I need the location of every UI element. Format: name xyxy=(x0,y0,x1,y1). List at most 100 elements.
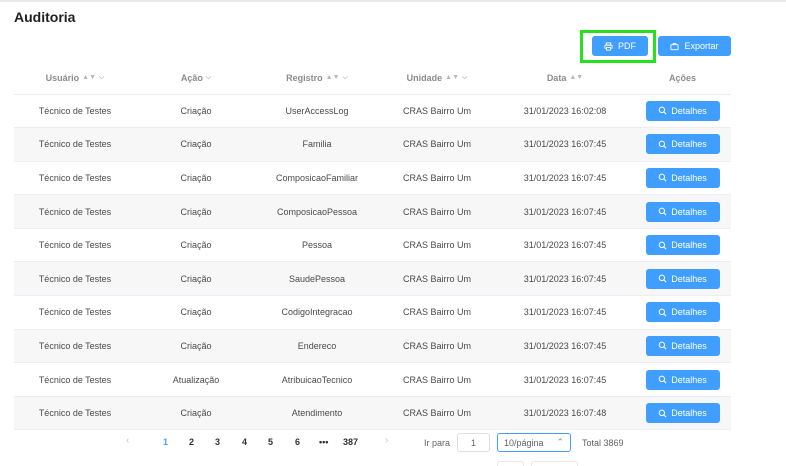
column-header-registro[interactable]: Registro ▲▼ ⌵ xyxy=(256,62,378,95)
usuario-cell: Técnico de Testes xyxy=(14,329,136,364)
table-row: Técnico de Testes Criação UserAccessLog CRA… xyxy=(14,94,731,129)
pagination: ‹ 1 2 3 4 5 6 ••• 387 › Ir para 10/págin… xyxy=(0,432,786,454)
sort-icon[interactable]: ▲▼ xyxy=(326,74,340,81)
column-header-unidade[interactable]: Unidade ▲▼ ⌵ xyxy=(378,62,496,95)
search-icon xyxy=(658,207,667,216)
export-button[interactable]: Exportar xyxy=(658,36,731,56)
printer-icon xyxy=(604,41,613,51)
filter-chevron-icon[interactable]: ⌵ xyxy=(206,74,211,81)
registro-cell: Pessoa xyxy=(256,228,378,263)
pdf-button[interactable]: PDF xyxy=(592,36,648,56)
search-icon xyxy=(658,409,667,418)
sort-icon[interactable]: ▲▼ xyxy=(445,74,459,81)
actions-cell: Detalhes xyxy=(634,127,731,162)
details-button[interactable]: Detalhes xyxy=(645,201,720,222)
registro-cell: Familia xyxy=(256,127,378,162)
acao-cell: Criação xyxy=(136,94,256,129)
details-button-label: Detalhes xyxy=(671,273,707,284)
actions-cell: Detalhes xyxy=(634,261,731,297)
page-2[interactable]: 2 xyxy=(189,437,194,447)
table-row: Técnico de Testes Criação CodigoIntegracao… xyxy=(14,295,731,330)
search-icon xyxy=(658,140,667,149)
audit-table: Usuário ▲▼ ⌵ Ação ⌵ Registro ▲▼ ⌵ Unidad… xyxy=(14,62,731,431)
table-row: Técnico de Testes Criação ComposicaoPessoa… xyxy=(14,194,731,229)
data-cell: 31/01/2023 16:07:45 xyxy=(496,362,634,397)
details-button[interactable]: Detalhes xyxy=(645,100,720,121)
details-button[interactable]: Detalhes xyxy=(645,235,720,256)
page-size-select[interactable]: 10/página ⌃ xyxy=(497,433,571,452)
filter-chevron-icon[interactable]: ⌵ xyxy=(99,74,104,81)
page-ellipsis[interactable]: ••• xyxy=(319,437,328,447)
registro-cell: SaudePessoa xyxy=(256,261,378,297)
top-divider xyxy=(0,0,786,2)
unidade-cell: CRAS Bairro Um xyxy=(378,261,496,297)
actions-cell: Detalhes xyxy=(634,362,731,397)
registro-cell: ComposicaoFamiliar xyxy=(256,161,378,196)
search-icon xyxy=(658,106,667,115)
data-cell: 31/01/2023 16:07:45 xyxy=(496,194,634,229)
unidade-cell: CRAS Bairro Um xyxy=(378,362,496,397)
usuario-cell: Técnico de Testes xyxy=(14,127,136,162)
page-6[interactable]: 6 xyxy=(295,437,300,447)
column-header-data[interactable]: Data ▲▼ xyxy=(496,62,634,95)
sort-icon[interactable]: ▲▼ xyxy=(82,74,96,81)
page-4[interactable]: 4 xyxy=(242,437,247,447)
details-button[interactable]: Detalhes xyxy=(645,167,720,188)
table-row: Técnico de Testes Criação Pessoa CRAS Bairr… xyxy=(14,228,731,263)
data-cell: 31/01/2023 16:07:45 xyxy=(496,161,634,196)
acao-cell: Criação xyxy=(136,396,256,431)
usuario-cell: Técnico de Testes xyxy=(14,194,136,229)
data-cell: 31/01/2023 16:07:45 xyxy=(496,329,634,364)
filter-chevron-icon[interactable]: ⌵ xyxy=(462,74,467,81)
search-icon xyxy=(658,342,667,350)
search-icon xyxy=(658,375,667,384)
table-row: Técnico de Testes Atualização AtribuicaoTe… xyxy=(14,362,731,397)
page-3[interactable]: 3 xyxy=(215,437,220,447)
sort-icon[interactable]: ▲▼ xyxy=(569,74,583,81)
page-5[interactable]: 5 xyxy=(268,437,273,447)
unidade-cell: CRAS Bairro Um xyxy=(378,161,496,196)
search-icon xyxy=(658,241,667,250)
next-page-icon[interactable]: › xyxy=(385,435,388,446)
registro-cell: ComposicaoPessoa xyxy=(256,194,378,229)
details-button[interactable]: Detalhes xyxy=(645,268,720,289)
page-title: Auditoria xyxy=(14,9,76,25)
table-row: Técnico de Testes Criação Atendimento CRAS … xyxy=(14,396,731,431)
page-387[interactable]: 387 xyxy=(343,437,358,447)
export-button-label: Exportar xyxy=(684,41,719,51)
table-row: Técnico de Testes Criação Familia CRAS Bair… xyxy=(14,127,731,162)
data-cell: 31/01/2023 16:07:45 xyxy=(496,127,634,162)
details-button[interactable]: Detalhes xyxy=(645,335,720,356)
registro-cell: Endereco xyxy=(256,329,378,364)
actions-cell: Detalhes xyxy=(634,94,731,129)
acao-cell: Atualização xyxy=(136,362,256,397)
filter-chevron-icon[interactable]: ⌵ xyxy=(343,74,348,81)
details-button[interactable]: Detalhes xyxy=(645,369,720,390)
details-button-label: Detalhes xyxy=(671,340,707,351)
unidade-cell: CRAS Bairro Um xyxy=(378,329,496,364)
registro-cell: CodigoIntegracao xyxy=(256,295,378,330)
table-header-row: Usuário ▲▼ ⌵ Ação ⌵ Registro ▲▼ ⌵ Unidad… xyxy=(14,62,731,95)
actions-cell: Detalhes xyxy=(634,396,731,431)
details-button[interactable]: Detalhes xyxy=(645,302,720,323)
column-header-usuario[interactable]: Usuário ▲▼ ⌵ xyxy=(14,62,136,95)
goto-page-input[interactable] xyxy=(457,433,490,452)
page-1[interactable]: 1 xyxy=(163,437,168,447)
table-row: Técnico de Testes Criação Endereco CRAS Bai… xyxy=(14,329,731,364)
usuario-cell: Técnico de Testes xyxy=(14,261,136,297)
details-button-label: Detalhes xyxy=(671,139,707,150)
acao-cell: Criação xyxy=(136,161,256,196)
details-button[interactable]: Detalhes xyxy=(645,134,720,155)
total-count: Total 3869 xyxy=(582,438,624,448)
registro-cell: UserAccessLog xyxy=(256,94,378,129)
page-size-value: 10/página xyxy=(504,437,544,448)
unidade-cell: CRAS Bairro Um xyxy=(378,194,496,229)
details-button[interactable]: Detalhes xyxy=(645,403,720,424)
column-header-acao[interactable]: Ação ⌵ xyxy=(136,62,256,95)
actions-cell: Detalhes xyxy=(634,228,731,263)
search-icon xyxy=(658,274,667,283)
prev-page-icon[interactable]: ‹ xyxy=(126,435,129,446)
data-cell: 31/01/2023 16:07:45 xyxy=(496,261,634,297)
dropdown-edge xyxy=(531,461,578,466)
unidade-cell: CRAS Bairro Um xyxy=(378,295,496,330)
